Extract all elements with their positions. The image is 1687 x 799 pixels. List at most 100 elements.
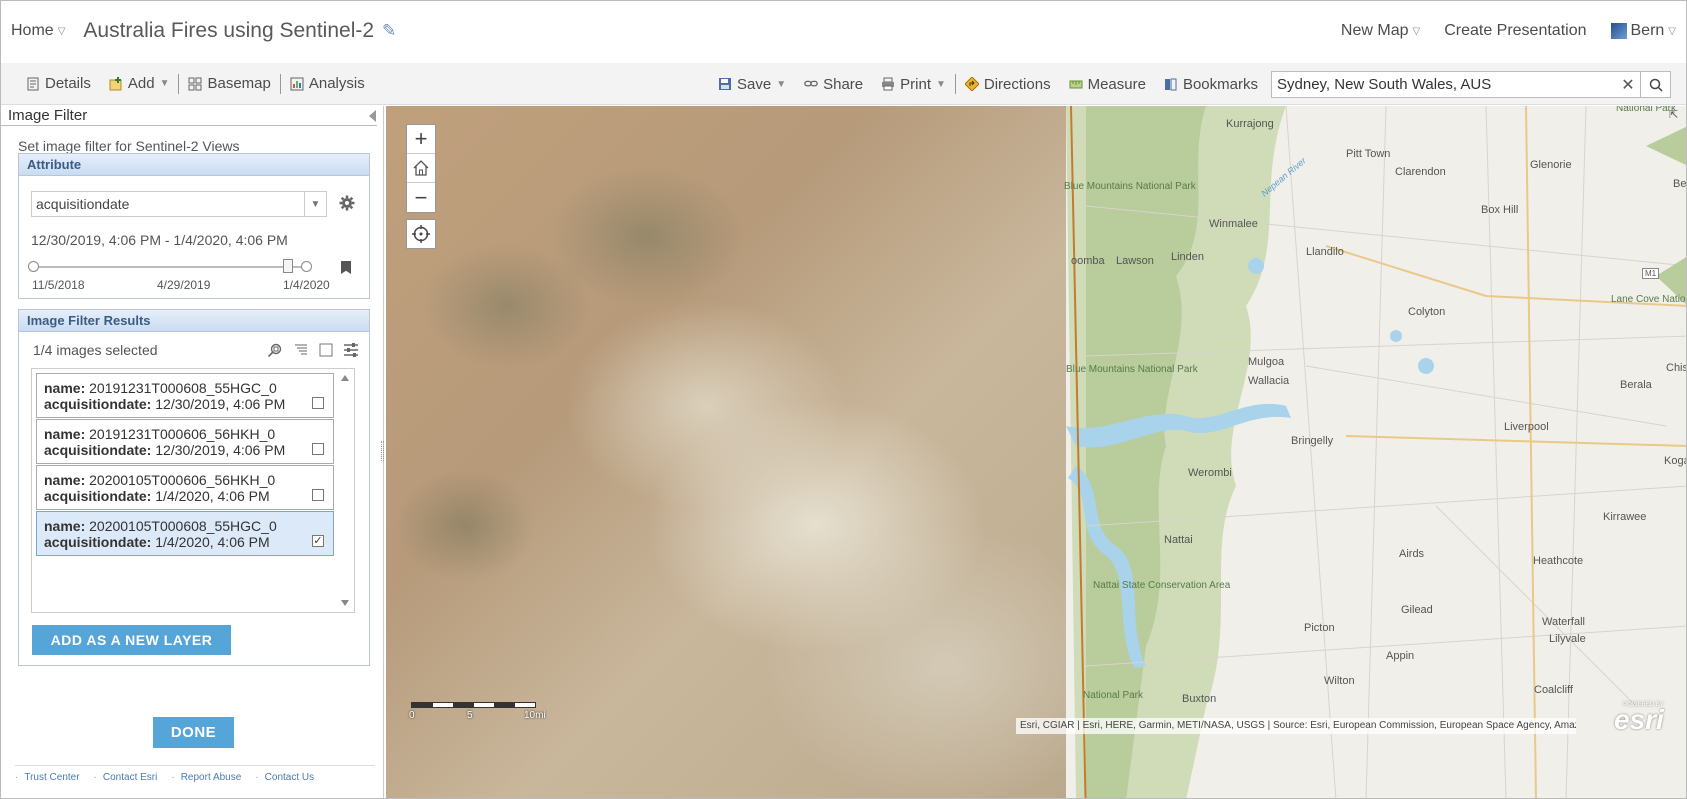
search-icon [1649,78,1663,92]
map-label-nattai: Nattai [1164,534,1193,546]
map-label-national-park: National Park [1615,106,1677,114]
slider-tick-label: 4/29/2019 [157,278,211,292]
item-name: 20200105T000608_55HGC_0 [89,518,277,534]
add-label: Add [127,75,155,92]
map-label-blue-mountains-np: Blue Mountains National Park [1064,181,1196,192]
zoom-control: + − [406,124,436,213]
map-view[interactable]: + − ⇱ Kurrajong Blue Mountains National … [386,106,1687,798]
esri-logo[interactable]: POWERED BY esri [1614,702,1664,734]
directions-button[interactable]: Directions [956,76,1060,93]
save-button[interactable]: Save ▼ [709,76,795,93]
name-key: name: [44,380,86,396]
search-button[interactable] [1640,72,1670,97]
item-checkbox[interactable]: ✓ [312,535,324,547]
results-scrollbar[interactable] [336,369,354,612]
scroll-down-icon[interactable] [341,600,349,606]
pencil-icon[interactable]: ✎ [382,21,396,41]
chevron-down-icon[interactable]: ▼ [304,192,326,216]
zoom-in-button[interactable]: + [407,125,435,154]
filter-settings-icon[interactable] [343,342,359,358]
map-label-mulgoa: Mulgoa [1248,356,1285,368]
map-label-be: Be [1673,178,1687,190]
analysis-icon [290,77,304,90]
share-button[interactable]: Share [795,76,872,93]
user-menu[interactable]: Bern ▽ [1610,22,1676,40]
zoom-to-selection-icon[interactable] [267,342,283,358]
details-button[interactable]: Details [17,75,100,92]
name-key: name: [44,518,86,534]
create-presentation-link[interactable]: Create Presentation [1444,22,1586,40]
add-button[interactable]: Add ▼ [100,75,179,92]
select-all-checkbox[interactable] [319,343,333,357]
panel-splitter[interactable] [381,441,384,461]
toolbar-right: Save ▼ Share Print ▼ Directions Measure [709,63,1267,105]
header: Home ▽ Australia Fires using Sentinel-2 … [1,1,1686,61]
results-count: 1/4 images selected [33,342,158,358]
name-key: name: [44,472,86,488]
new-map-menu[interactable]: New Map ▽ [1341,22,1420,40]
map-label-buxton: Buxton [1182,693,1217,705]
slider-start-handle[interactable] [28,261,39,272]
map-label-llandilo: Llandilo [1306,246,1344,258]
map-label-coalcliff: Coalcliff [1534,684,1573,696]
map-label-kurrajong: Kurrajong [1226,118,1274,130]
result-item[interactable]: name: 20200105T000606_56HKH_0 acquisitio… [36,465,334,510]
date-key: acquisitiondate: [44,488,152,504]
measure-label: Measure [1087,75,1146,93]
result-item[interactable]: name: 20191231T000608_55HGC_0 acquisitio… [36,373,334,418]
map-label-lilyvale: Lilyvale [1549,633,1586,645]
date-key: acquisitiondate: [44,396,152,412]
measure-button[interactable]: Measure [1060,76,1155,93]
print-button[interactable]: Print ▼ [872,76,955,93]
search-input[interactable] [1272,76,1616,93]
add-as-new-layer-button[interactable]: ADD AS A NEW LAYER [32,625,231,655]
name-key: name: [44,426,86,442]
locate-icon [412,225,430,243]
date-slider[interactable] [28,259,312,273]
collapse-panel-icon[interactable] [369,110,376,122]
bookmarks-icon [1164,78,1177,91]
date-key: acquisitiondate: [44,534,152,550]
done-button[interactable]: DONE [153,717,234,748]
slider-thumb[interactable] [283,259,293,273]
sort-icon[interactable] [293,342,309,358]
chevron-down-icon: ▼ [776,78,787,90]
item-checkbox[interactable] [312,397,324,409]
scale-label: 5 [467,710,473,721]
item-checkbox[interactable] [312,489,324,501]
gear-icon[interactable] [339,195,355,211]
trust-center-link[interactable]: Trust Center [15,772,79,783]
map-label-picton: Picton [1304,622,1335,634]
item-date: 1/4/2020, 4:06 PM [155,488,270,504]
share-icon [804,80,818,87]
map-label-berala: Berala [1620,379,1652,391]
locate-button[interactable] [406,219,436,249]
clear-search-icon[interactable]: ✕ [1616,75,1640,95]
scroll-up-icon[interactable] [341,375,349,381]
map-attribution[interactable]: Esri, CGIAR | Esri, HERE, Garmin, METI/N… [1016,718,1576,734]
attribute-select[interactable]: acquisitiondate ▼ [31,191,327,217]
zoom-out-button[interactable]: − [407,183,435,212]
results-list: name: 20191231T000608_55HGC_0 acquisitio… [31,368,355,613]
map-label-kirrawee: Kirrawee [1603,511,1647,523]
contact-esri-link[interactable]: Contact Esri [94,772,157,783]
basemap-button[interactable]: Basemap [179,75,279,92]
home-menu[interactable]: Home ▽ [11,22,65,40]
contact-us-link[interactable]: Contact Us [255,772,314,783]
report-abuse-link[interactable]: Report Abuse [171,772,242,783]
home-button[interactable] [407,154,435,183]
analysis-button[interactable]: Analysis [281,75,374,92]
item-checkbox[interactable] [312,443,324,455]
bookmark-icon[interactable] [341,261,351,274]
slider-tick-label: 11/5/2018 [32,278,85,292]
item-date: 12/30/2019, 4:06 PM [155,396,286,412]
share-label: Share [823,75,864,93]
bookmarks-button[interactable]: Bookmarks [1155,76,1267,93]
chevron-down-icon: ▽ [1412,25,1421,37]
result-item[interactable]: name: 20200105T000608_55HGC_0 acquisitio… [36,511,334,556]
slider-end-handle[interactable] [301,261,312,272]
result-item[interactable]: name: 20191231T000606_56HKH_0 acquisitio… [36,419,334,464]
item-name: 20200105T000606_56HKH_0 [89,472,276,488]
map-label-lawson: Lawson [1116,255,1154,267]
attribute-value: acquisitiondate [36,196,130,212]
